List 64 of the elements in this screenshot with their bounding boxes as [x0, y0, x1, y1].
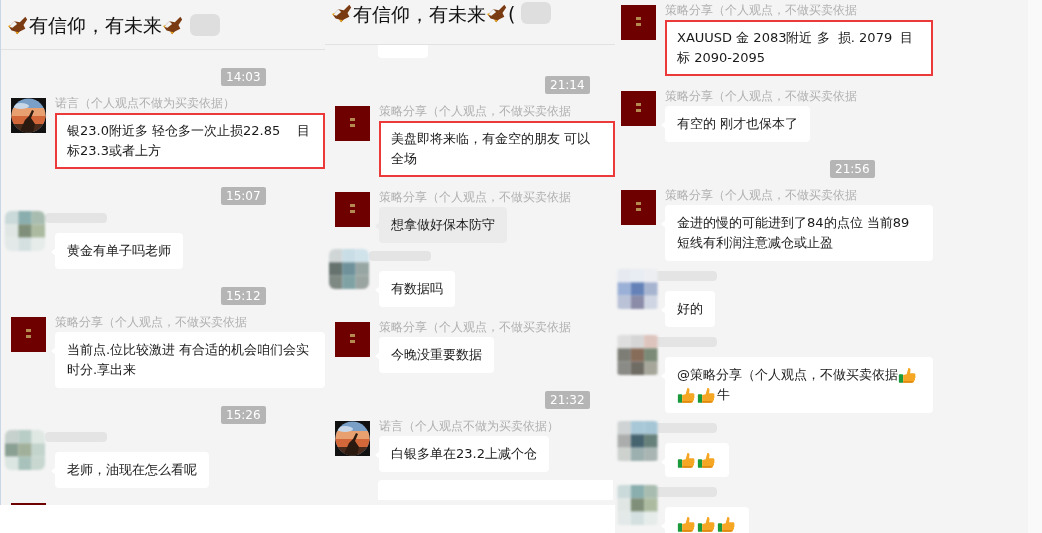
sender-name: 策略分享（个人观点，不做买卖依据: [379, 189, 571, 205]
blurred-name: [45, 213, 107, 223]
blurred-avatar[interactable]: [615, 421, 660, 461]
logo-icon[interactable]: [621, 190, 656, 225]
thumbs-up-icon: [717, 515, 736, 533]
message-text: 当前点.位比较激进 有合适的机会咱们会实时分.享出来: [67, 341, 311, 379]
logo-icon[interactable]: [335, 106, 370, 141]
blurred-name: [45, 432, 107, 442]
sender-name: 策略分享（个人观点，不做买卖依据: [665, 88, 857, 104]
blurred-avatar[interactable]: [615, 485, 660, 525]
thumbs-up-icon: [898, 366, 917, 384]
message-text: 今晚没重要数据: [391, 346, 482, 364]
message-text: XAUUSD 金 2083附近 多 损. 2079 目标 2090-2095: [677, 29, 915, 67]
message-text: 有数据吗: [391, 280, 443, 298]
blurred-avatar[interactable]: [615, 269, 660, 309]
blurred-name: [369, 251, 431, 261]
sender-name: 诺言（个人观点不做为买卖依据）: [55, 95, 235, 111]
thumbs-up-icon: [697, 386, 716, 404]
timestamp: 21:14: [545, 76, 590, 94]
blurred-name: [655, 423, 717, 433]
message-text: 想拿做好保本防守: [391, 216, 495, 234]
chat-title: (: [508, 2, 516, 26]
sender-name: 策略分享（个人观点，不做买卖依据: [379, 103, 571, 119]
timestamp: 14:03: [221, 68, 266, 86]
message-text: 银23.0附近多 轻仓多一次止损22.85 目标23.3或者上方: [67, 122, 311, 160]
blurred-avatar[interactable]: [615, 335, 660, 375]
thumbs-up-icon: [677, 386, 696, 404]
timestamp: 15:26: [221, 406, 266, 424]
blurred-avatar[interactable]: [5, 430, 45, 470]
message-text: 有空的 刚才也保本了: [677, 115, 799, 133]
sender-name: 诺言（个人观点不做为买卖依据）: [379, 418, 559, 434]
message-text: 黄金有单子吗老师: [67, 242, 171, 260]
message-text: 牛: [717, 386, 730, 404]
message-bubble: [378, 45, 428, 58]
logo-icon[interactable]: [621, 91, 656, 126]
blurred-name: [655, 337, 717, 347]
message-text: 美盘即将来临，有金空的朋友 可以全场: [391, 130, 592, 168]
sender-name: 策略分享（个人观点，不做买卖依据: [665, 2, 857, 18]
blurred-avatar[interactable]: [5, 211, 45, 251]
timestamp: 21:56: [830, 160, 875, 178]
message-text: 白银多单在23.2上减个仓: [391, 445, 537, 463]
logo-icon[interactable]: [11, 317, 46, 352]
thumbs-up-icon: [697, 451, 716, 469]
message-text: @策略分享（个人观点，不做买卖依据: [677, 366, 898, 384]
logo-icon[interactable]: [335, 192, 370, 227]
sender-name: 策略分享（个人观点，不做买卖依据: [665, 187, 857, 203]
chat-title: 有信仰，有未来: [29, 12, 162, 37]
logo-icon[interactable]: [621, 5, 656, 40]
chat-title: 有信仰，有未来: [353, 2, 486, 26]
message-text: 金进的慢的可能进到了84的点位 当前89短线有利润注意减仓或止盈: [677, 214, 911, 252]
thumbs-up-icon: [677, 515, 696, 533]
blurred-name: [655, 271, 717, 281]
message-text: 老师，油现在怎么看呢: [67, 461, 197, 479]
blurred-avatar[interactable]: [329, 249, 369, 289]
thumbs-up-icon: [697, 515, 716, 533]
thumbs-up-icon: [677, 451, 696, 469]
timestamp: 15:12: [221, 287, 266, 305]
sender-name: 策略分享（个人观点，不做买卖依据: [55, 314, 247, 330]
sender-name: 策略分享（个人观点，不做买卖依据: [379, 319, 571, 335]
logo-icon[interactable]: [335, 322, 370, 357]
blurred-name: [655, 487, 717, 497]
message-text: 好的: [677, 300, 703, 318]
timestamp: 21:32: [545, 391, 590, 409]
timestamp: 15:07: [221, 187, 266, 205]
